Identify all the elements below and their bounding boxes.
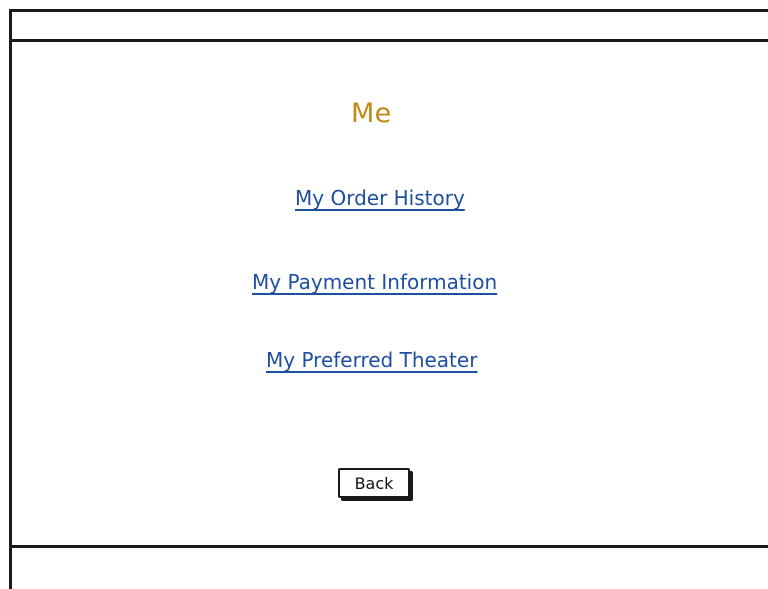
preferred-theater-link[interactable]: My Preferred Theater [266,348,477,372]
footer-bar [12,545,768,579]
back-button[interactable]: Back [338,468,410,498]
header-bar [12,12,768,42]
window-frame [9,9,768,589]
order-history-link[interactable]: My Order History [295,186,465,210]
payment-information-link[interactable]: My Payment Information [252,270,497,294]
page-title: Me [351,98,392,129]
